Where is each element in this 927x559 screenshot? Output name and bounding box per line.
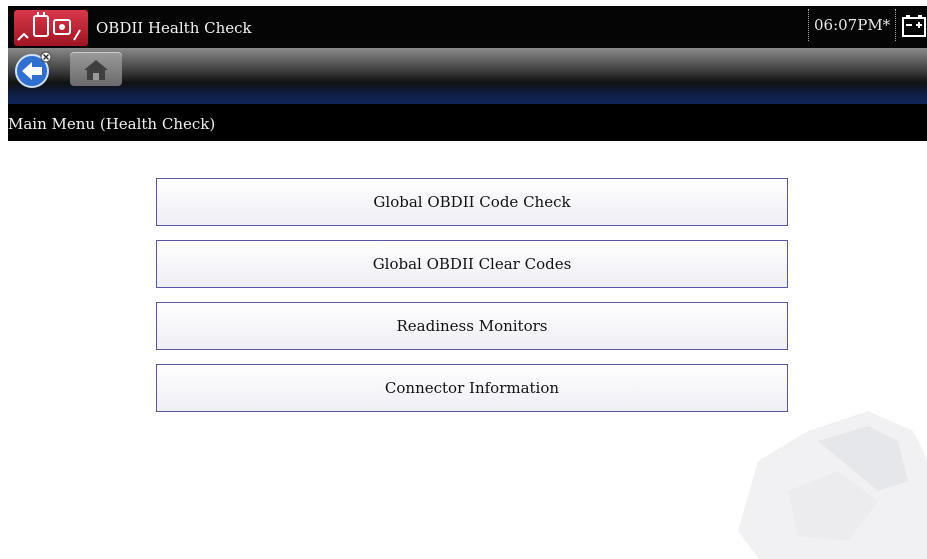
menu-item-connector-information[interactable]: Connector Information — [156, 364, 788, 412]
menu-item-readiness-monitors[interactable]: Readiness Monitors — [156, 302, 788, 350]
menu-item-label: Readiness Monitors — [396, 317, 548, 335]
menu-item-label: Global OBDII Clear Codes — [372, 255, 572, 273]
breadcrumb-label: Main Menu (Health Check) — [8, 115, 216, 133]
app-window: OBDII Health Check 06:07PM* Main Menu (H… — [8, 6, 927, 559]
app-title: OBDII Health Check — [96, 19, 252, 37]
battery-icon — [901, 14, 927, 38]
menu-item-global-obdii-code-check[interactable]: Global OBDII Code Check — [156, 178, 788, 226]
clock: 06:07PM* — [808, 9, 897, 41]
back-button[interactable] — [12, 49, 54, 89]
home-button[interactable] — [70, 52, 122, 86]
toolbar — [8, 48, 927, 104]
menu-item-global-obdii-clear-codes[interactable]: Global OBDII Clear Codes — [156, 240, 788, 288]
title-bar: OBDII Health Check 06:07PM* — [8, 6, 927, 48]
back-arrow-icon — [15, 51, 52, 88]
menu-panel: Global OBDII Code Check Global OBDII Cle… — [8, 141, 927, 559]
scan-tool-logo-icon — [14, 10, 88, 46]
breadcrumb: Main Menu (Health Check) — [8, 104, 927, 141]
menu-item-label: Global OBDII Code Check — [373, 193, 571, 211]
menu-item-label: Connector Information — [384, 379, 560, 397]
home-icon — [84, 60, 108, 80]
